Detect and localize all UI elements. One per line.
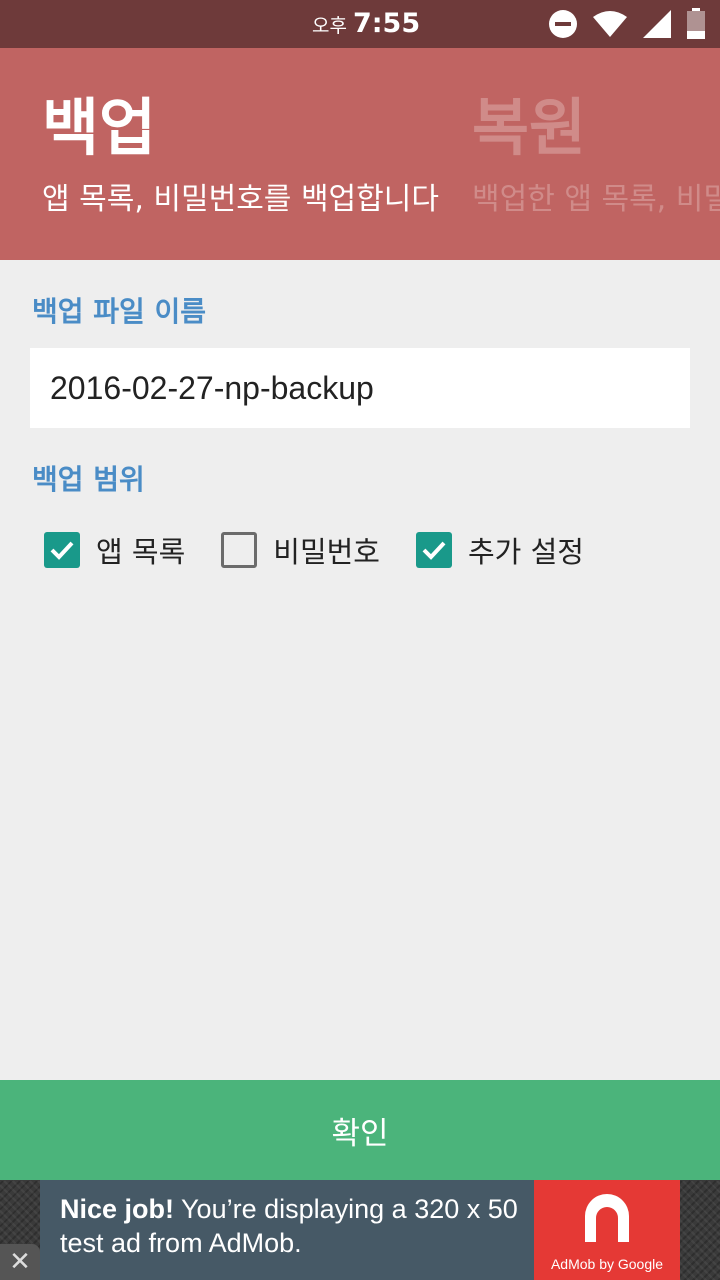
range-options: 앱 목록 비밀번호 추가 설정 xyxy=(44,530,620,570)
tab-restore-subtitle: 백업한 앱 목록, 비밀 xyxy=(472,182,720,217)
filename-label: 백업 파일 이름 xyxy=(32,295,207,328)
ad-area: ✕ Nice job! You’re displaying a 320 x 50… xyxy=(0,1180,720,1280)
tab-backup-title: 백업 xyxy=(42,91,157,164)
app-list-label: 앱 목록 xyxy=(96,535,186,569)
close-icon: ✕ xyxy=(9,1247,31,1277)
battery-icon xyxy=(686,8,706,40)
option-password[interactable]: 비밀번호 xyxy=(221,529,380,571)
status-ampm: 오후 xyxy=(312,15,347,37)
ad-headline: Nice job! xyxy=(60,1194,175,1224)
filename-input[interactable] xyxy=(30,348,690,428)
extra-settings-label: 추가 설정 xyxy=(468,535,584,569)
tab-backup-subtitle: 앱 목록, 비밀번호를 백업합니다 xyxy=(42,182,439,217)
confirm-button[interactable]: 확인 xyxy=(0,1080,720,1180)
option-app-list[interactable]: 앱 목록 xyxy=(44,529,185,571)
header-tabs: 백업 앱 목록, 비밀번호를 백업합니다 복원 백업한 앱 목록, 비밀 xyxy=(0,48,720,260)
do-not-disturb-icon xyxy=(548,9,578,39)
ad-banner[interactable]: Nice job! You’re displaying a 320 x 50 t… xyxy=(40,1180,680,1280)
extra-settings-checkbox[interactable] xyxy=(416,532,452,568)
admob-icon xyxy=(585,1194,629,1242)
check-icon xyxy=(50,541,74,560)
password-label: 비밀번호 xyxy=(273,535,380,569)
status-clock: 오후 7:55 xyxy=(312,8,420,42)
check-icon xyxy=(422,541,446,560)
ad-text: Nice job! You’re displaying a 320 x 50 t… xyxy=(60,1192,530,1260)
option-extra-settings[interactable]: 추가 설정 xyxy=(416,529,584,571)
wifi-icon xyxy=(592,10,628,38)
range-label: 백업 범위 xyxy=(32,463,145,496)
status-bar: 오후 7:55 xyxy=(0,0,720,48)
admob-caption: AdMob by Google xyxy=(550,1256,664,1272)
ad-close-button[interactable]: ✕ xyxy=(0,1244,40,1280)
backup-form: 백업 파일 이름 백업 범위 앱 목록 비밀번호 추가 설정 xyxy=(0,260,720,1080)
admob-logo: AdMob by Google xyxy=(534,1180,680,1280)
app-list-checkbox[interactable] xyxy=(44,532,80,568)
status-icons xyxy=(548,8,706,40)
signal-icon xyxy=(642,9,672,39)
status-time: 7:55 xyxy=(352,8,421,39)
password-checkbox[interactable] xyxy=(221,532,258,568)
tab-restore-title: 복원 xyxy=(472,91,587,164)
